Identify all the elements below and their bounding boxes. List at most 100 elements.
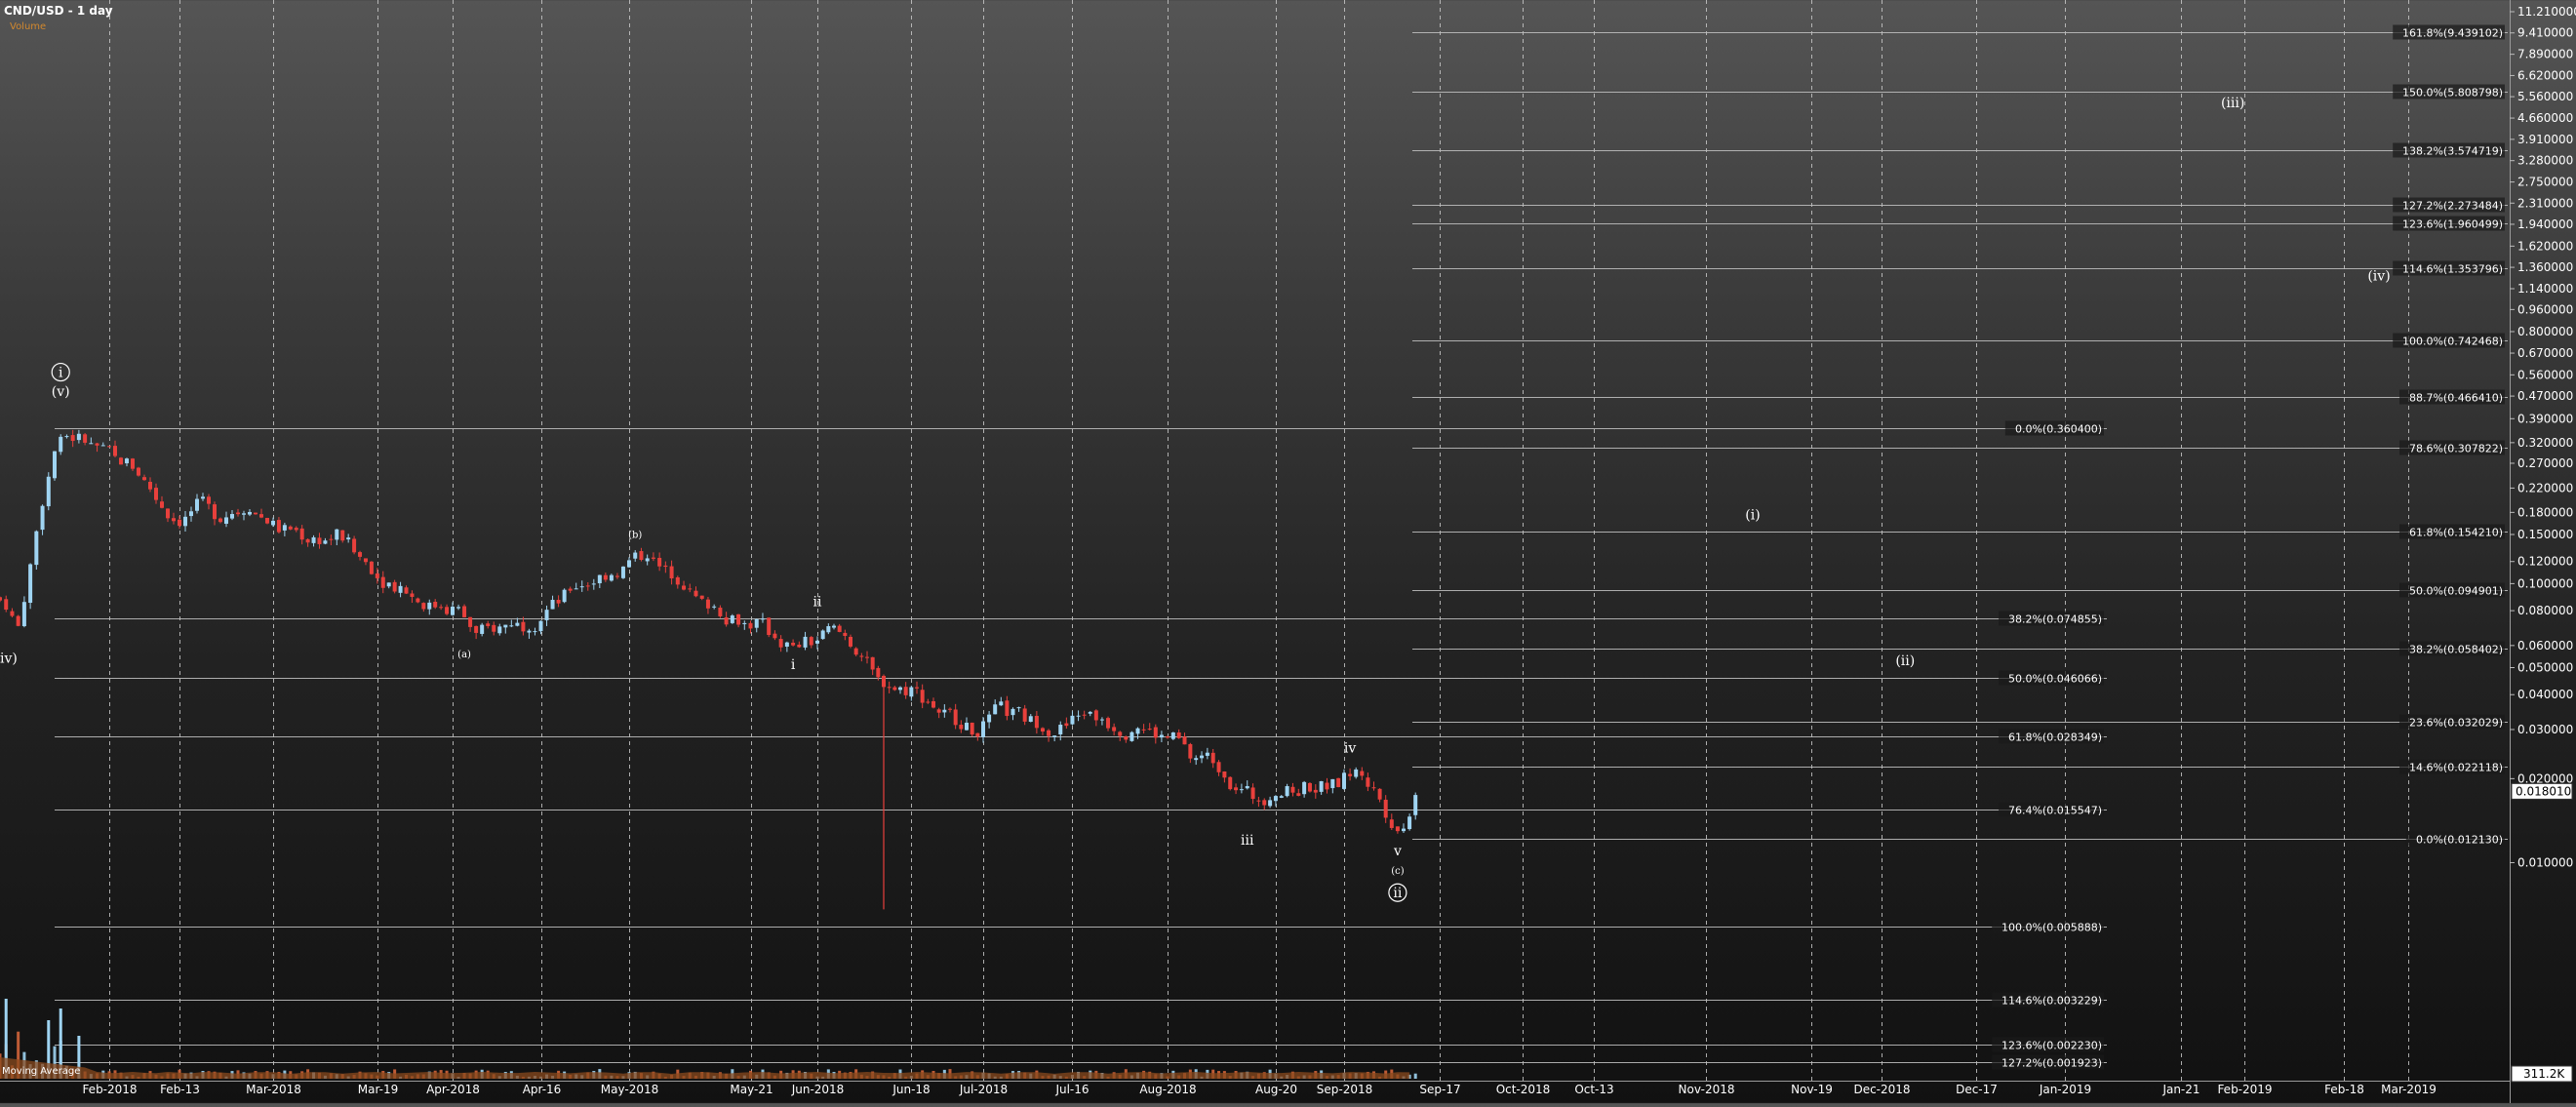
candle-body [1112,727,1117,731]
price-chart[interactable]: 0.0%(0.360400) 38.2%(0.074855) 50.0%(0.046… [0,0,2576,1103]
wave-label: ii [1393,886,1402,901]
fib-label-left: 0.0%(0.360400) [2015,423,2102,436]
x-tick-label: Jun-18 [892,1083,930,1096]
fib-label-left: 50.0%(0.046066) [2008,673,2102,686]
price-axis[interactable]: 11.210000 9.410000 7.890000 6.620000 5.56000… [2510,0,2576,1103]
candle-body [568,588,573,591]
candle-body [294,528,298,531]
candle-body [730,615,734,623]
y-tick-label: 0.220000 [2517,481,2573,494]
candle-body [451,606,455,615]
candle-body [148,482,152,490]
candle-body [784,642,789,648]
candle-body [987,714,992,723]
candle-body [40,505,45,531]
candle-body [1082,714,1087,716]
candle-body [445,607,450,614]
volume-bar [1413,1073,1417,1079]
candle-body [533,631,537,633]
candle-body [4,599,9,611]
candle-body [1176,731,1181,738]
candle-body [1366,777,1370,787]
candle-body [1205,752,1209,756]
candle-body [778,639,783,648]
candle-body [1222,771,1227,778]
x-tick-label: Oct-2018 [1496,1083,1551,1096]
candle-body [809,637,813,646]
y-tick-label: 2.310000 [2517,196,2573,210]
wave-label: iv [1344,741,1356,757]
chart-container[interactable]: 0.0%(0.360400) 38.2%(0.074855) 50.0%(0.046… [0,0,2576,1103]
candle-body [920,690,925,703]
candle-body [1336,777,1341,788]
candle-body [663,565,668,568]
wave-label: iii [1241,833,1254,849]
candle-body [154,488,158,500]
candle-body [688,588,693,590]
volume-ma-area [0,1057,1410,1079]
fib-label-left: 76.4%(0.015547) [2008,805,2102,817]
candle-body [1099,719,1104,721]
candle-body [64,436,69,438]
candle-body [538,620,543,632]
candle-body [265,518,269,524]
candle-body [754,618,759,628]
candle-body [207,496,211,504]
candle-body [1159,734,1164,738]
y-tick-label: 9.410000 [2517,26,2573,40]
y-tick-label: 0.560000 [2517,368,2573,381]
x-tick-label: Apr-16 [523,1083,562,1096]
y-tick-label: 4.660000 [2517,111,2573,125]
candle-body [271,520,275,526]
wave-label: i [791,657,796,673]
candle-body [699,595,704,599]
candle-body [1262,800,1267,806]
candle-body [614,575,619,577]
candle-body [76,433,81,441]
candle-body [591,583,596,585]
candle-body [1047,730,1051,736]
candle-body [1216,762,1221,772]
candle-body [398,585,403,593]
candle-body [1129,731,1134,741]
candle-body [53,451,57,479]
candle-body [166,508,170,519]
candle-body [736,613,741,625]
candle-body [903,687,908,695]
x-tick-label: Jan-2019 [2039,1083,2091,1096]
candle-body [865,656,869,658]
candle-body [1170,731,1175,739]
candle-body [183,516,187,527]
candle-body [767,617,772,636]
candle-body [898,687,902,691]
fib-label-right: 150.0%(5.808798) [2402,87,2503,99]
fib-label-right: 0.0%(0.012130) [2416,834,2503,847]
candle-body [288,526,293,530]
candle-body [107,446,111,448]
candle-body [59,436,63,453]
candle-body [317,537,322,544]
candle-body [633,552,638,559]
candle-body [1194,758,1199,761]
fib-label-right: 78.6%(0.307822) [2409,443,2503,455]
candle-body [521,621,526,632]
fib-label-left: 114.6%(0.003229) [2001,995,2102,1008]
candle-body [1245,785,1249,789]
time-axis[interactable]: Feb-2018 Feb-13 Mar-2018 Mar-19 Apr-2018 Apr-… [0,1081,2510,1097]
x-tick-label: Jan-21 [2161,1083,2200,1096]
candle-body [1166,736,1169,738]
candle-body [1011,708,1015,716]
candle-body [1330,778,1335,789]
fib-label-left: 127.2%(0.001923) [2001,1057,2102,1070]
candle-body [509,625,514,627]
candle-body [1210,752,1215,764]
candle-body [335,529,339,540]
candle-body [1234,787,1239,791]
candle-body [1354,769,1359,777]
candle-body [125,458,129,464]
candle-body [675,576,680,585]
candle-body [1058,725,1063,735]
candle-body [1005,700,1010,717]
candle-body [849,636,852,647]
y-tick-label: 0.080000 [2517,604,2573,617]
